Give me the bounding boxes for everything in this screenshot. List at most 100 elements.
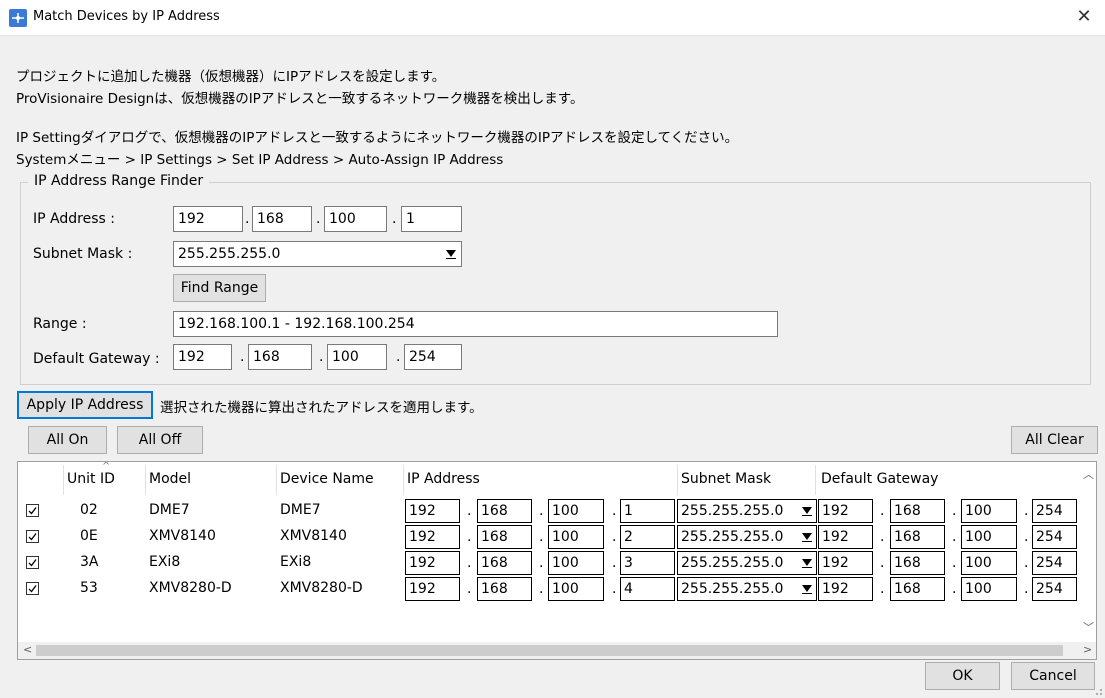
gateway-octet-2-input[interactable]: 168 xyxy=(248,344,312,370)
subnet-mask-value: 255.255.255.0 xyxy=(681,555,784,571)
gateway-octet-2-input[interactable]: 168 xyxy=(890,577,945,601)
subnet-mask-select[interactable]: 255.255.255.0 xyxy=(173,241,462,267)
row-checkbox[interactable] xyxy=(26,504,39,517)
gateway-octet-1-input[interactable]: 192 xyxy=(818,577,873,601)
apply-description: 選択された機器に算出されたアドレスを適用します。 xyxy=(160,400,483,416)
ip-octet-2-input[interactable]: 168 xyxy=(477,551,532,575)
dot-separator: . xyxy=(240,349,245,365)
scroll-left-icon[interactable]: < xyxy=(23,643,32,656)
scroll-thumb[interactable] xyxy=(36,645,1063,656)
ip-octet-2-input[interactable]: 168 xyxy=(477,577,532,601)
horizontal-scrollbar[interactable]: < > xyxy=(18,642,1096,659)
ip-octet-4-input[interactable]: 1 xyxy=(620,499,675,523)
dot-separator: . xyxy=(316,211,321,227)
gateway-octet-4-input[interactable]: 254 xyxy=(1032,525,1077,549)
ip-octet-4-input[interactable]: 3 xyxy=(620,551,675,575)
gateway-octet-3-input[interactable]: 100 xyxy=(961,551,1017,575)
intro-line-2: ProVisionaire Designは、仮想機器のIPアドレスと一致するネッ… xyxy=(16,91,584,107)
ip-octet-2-input[interactable]: 168 xyxy=(477,499,532,523)
scroll-up-icon[interactable]: ︿ xyxy=(1083,466,1094,482)
cell-device-name: XMV8280-D xyxy=(280,580,363,596)
dropdown-arrow-icon xyxy=(802,559,812,568)
scroll-right-icon[interactable]: > xyxy=(1083,643,1092,656)
gateway-octet-3-input[interactable]: 100 xyxy=(327,344,387,370)
ip-octet-1-input[interactable]: 192 xyxy=(405,525,460,549)
subnet-mask-label: Subnet Mask : xyxy=(33,246,133,262)
table-row[interactable]: 02 DME7 DME7 192 . 168 . 100 . 1 255.255… xyxy=(18,498,1078,524)
dropdown-arrow-icon xyxy=(802,585,812,594)
dot-separator: . xyxy=(245,211,250,227)
gateway-octet-3-input[interactable]: 100 xyxy=(961,499,1017,523)
row-checkbox[interactable] xyxy=(26,530,39,543)
ip-octet-4-input[interactable]: 4 xyxy=(620,577,675,601)
title-bar: Match Devices by IP Address ✕ xyxy=(0,0,1105,36)
ip-octet-3-input[interactable]: 100 xyxy=(548,525,604,549)
device-table: ^ Unit ID Model Device Name IP Address S… xyxy=(17,461,1097,660)
gateway-octet-2-input[interactable]: 168 xyxy=(890,525,945,549)
gateway-octet-2-input[interactable]: 168 xyxy=(890,551,945,575)
ip-octet-1-input[interactable]: 192 xyxy=(405,551,460,575)
ip-octet-3-input[interactable]: 100 xyxy=(324,206,387,232)
row-checkbox[interactable] xyxy=(26,556,39,569)
table-row[interactable]: 53 XMV8280-D XMV8280-D 192 . 168 . 100 .… xyxy=(18,576,1078,602)
ip-octet-3-input[interactable]: 100 xyxy=(548,577,604,601)
gateway-octet-4-input[interactable]: 254 xyxy=(404,344,462,370)
ok-button[interactable]: OK xyxy=(925,662,1000,690)
range-field[interactable]: 192.168.100.1 - 192.168.100.254 xyxy=(173,311,778,337)
cell-model: EXi8 xyxy=(149,554,181,570)
gateway-octet-3-input[interactable]: 100 xyxy=(961,525,1017,549)
cell-model: XMV8280-D xyxy=(149,580,232,596)
all-on-button[interactable]: All On xyxy=(28,426,107,454)
ip-octet-3-input[interactable]: 100 xyxy=(548,551,604,575)
intro-line-3: IP Settingダイアログで、仮想機器のIPアドレスと一致するようにネットワ… xyxy=(16,130,739,146)
dot-separator: . xyxy=(319,349,324,365)
find-range-button[interactable]: Find Range xyxy=(173,274,266,302)
resize-grip-icon[interactable] xyxy=(1093,686,1103,696)
header-unit-id[interactable]: Unit ID xyxy=(67,471,115,487)
header-device-name[interactable]: Device Name xyxy=(280,471,374,487)
subnet-mask-select[interactable]: 255.255.255.0 xyxy=(677,525,817,549)
row-checkbox[interactable] xyxy=(26,582,39,595)
ip-octet-4-input[interactable]: 2 xyxy=(620,525,675,549)
gateway-octet-4-input[interactable]: 254 xyxy=(1032,499,1077,523)
cell-unit-id: 02 xyxy=(80,502,98,518)
apply-ip-address-button[interactable]: Apply IP Address xyxy=(17,391,153,419)
header-model[interactable]: Model xyxy=(149,471,191,487)
ip-octet-4-input[interactable]: 1 xyxy=(401,206,462,232)
table-row[interactable]: 3A EXi8 EXi8 192 . 168 . 100 . 3 255.255… xyxy=(18,550,1078,576)
cell-unit-id: 0E xyxy=(80,528,98,544)
ip-octet-1-input[interactable]: 192 xyxy=(405,577,460,601)
cell-unit-id: 3A xyxy=(80,554,99,570)
subnet-mask-select[interactable]: 255.255.255.0 xyxy=(677,551,817,575)
gateway-octet-3-input[interactable]: 100 xyxy=(961,577,1017,601)
gateway-octet-2-input[interactable]: 168 xyxy=(890,499,945,523)
header-default-gateway[interactable]: Default Gateway xyxy=(821,471,938,487)
all-clear-button[interactable]: All Clear xyxy=(1011,426,1098,454)
gateway-octet-4-input[interactable]: 254 xyxy=(1032,577,1077,601)
header-subnet-mask[interactable]: Subnet Mask xyxy=(681,471,771,487)
ip-octet-2-input[interactable]: 168 xyxy=(477,525,532,549)
gateway-octet-1-input[interactable]: 192 xyxy=(818,525,873,549)
ip-octet-2-input[interactable]: 168 xyxy=(252,206,312,232)
cancel-button[interactable]: Cancel xyxy=(1011,662,1095,690)
subnet-mask-select[interactable]: 255.255.255.0 xyxy=(677,577,817,601)
vertical-scrollbar[interactable]: ︿ ﹀ xyxy=(1079,462,1096,643)
table-row[interactable]: 0E XMV8140 XMV8140 192 . 168 . 100 . 2 2… xyxy=(18,524,1078,550)
cell-unit-id: 53 xyxy=(80,580,98,596)
dropdown-arrow-icon xyxy=(446,250,456,259)
gateway-octet-4-input[interactable]: 254 xyxy=(1032,551,1077,575)
gateway-octet-1-input[interactable]: 192 xyxy=(173,344,232,370)
ip-octet-1-input[interactable]: 192 xyxy=(173,206,243,232)
gateway-octet-1-input[interactable]: 192 xyxy=(818,499,873,523)
ip-octet-3-input[interactable]: 100 xyxy=(548,499,604,523)
subnet-mask-value: 255.255.255.0 xyxy=(681,529,784,545)
header-ip-address[interactable]: IP Address xyxy=(407,471,480,487)
close-icon[interactable]: ✕ xyxy=(1073,6,1095,28)
all-off-button[interactable]: All Off xyxy=(117,426,203,454)
ip-octet-1-input[interactable]: 192 xyxy=(405,499,460,523)
ip-address-label: IP Address : xyxy=(33,211,115,227)
scroll-down-icon[interactable]: ﹀ xyxy=(1083,619,1094,635)
cell-model: XMV8140 xyxy=(149,528,216,544)
gateway-octet-1-input[interactable]: 192 xyxy=(818,551,873,575)
subnet-mask-select[interactable]: 255.255.255.0 xyxy=(677,499,817,523)
